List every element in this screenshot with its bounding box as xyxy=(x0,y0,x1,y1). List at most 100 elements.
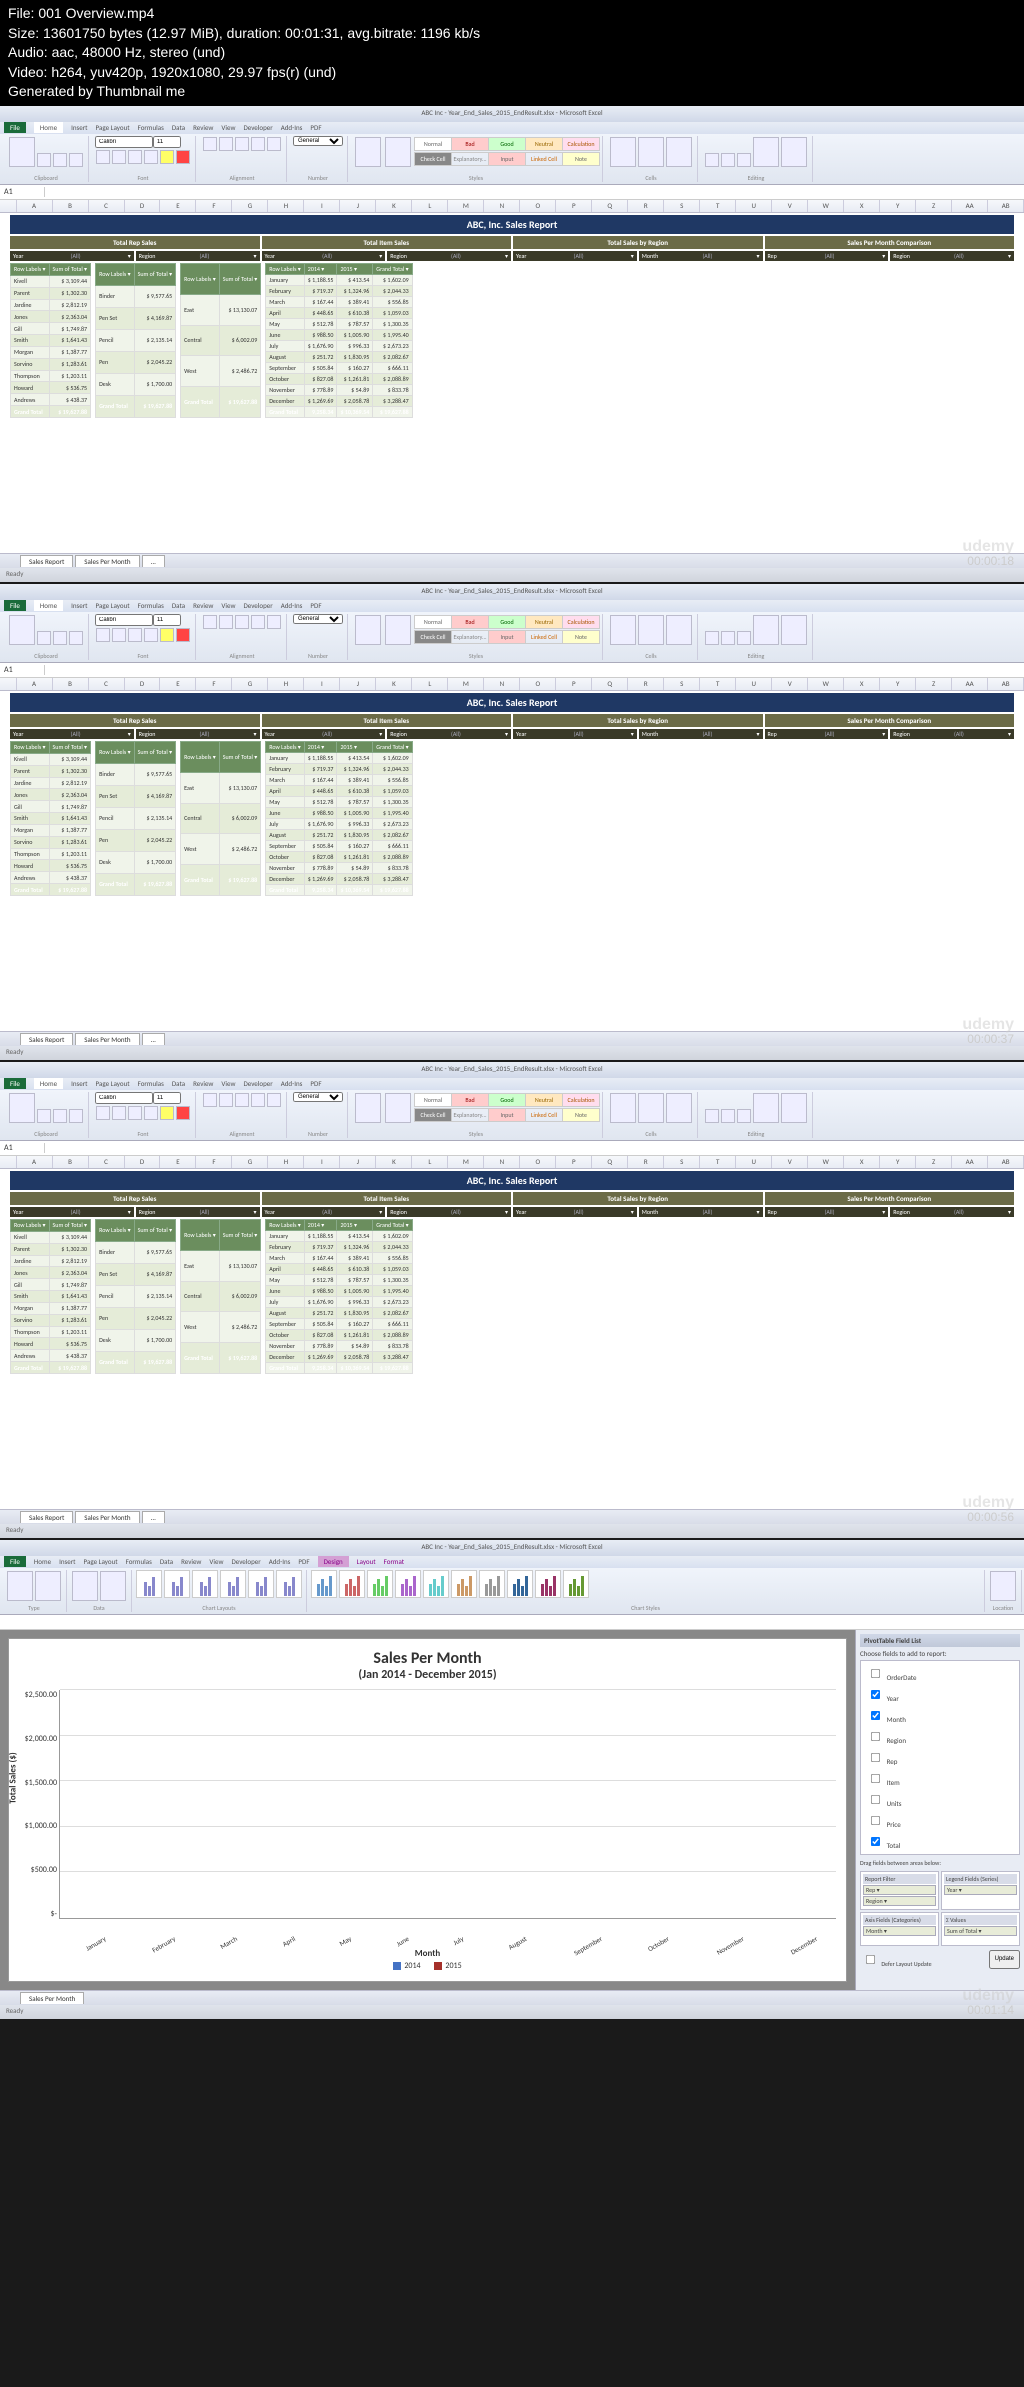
chart-style-thumb[interactable] xyxy=(395,1570,421,1598)
col-header[interactable]: A xyxy=(17,1156,53,1168)
field-checkbox-rep[interactable]: Rep xyxy=(863,1747,1017,1768)
pivot-row[interactable]: June$ 988.50$ 1,005.90$ 1,995.40 xyxy=(266,329,412,340)
align-center-button[interactable] xyxy=(219,615,233,629)
col-header[interactable]: V xyxy=(772,1156,808,1168)
pivot-row[interactable]: Kivell$ 3,109.44 xyxy=(11,275,91,287)
ribbon-tab-view[interactable]: View xyxy=(221,1079,235,1088)
dropdown-icon[interactable]: ▾ xyxy=(128,252,131,260)
chart-subtitle[interactable]: (Jan 2014 - December 2015) xyxy=(19,1668,836,1682)
col-header[interactable]: O xyxy=(520,678,556,690)
cell-style-linked[interactable]: Linked Cell xyxy=(525,1108,563,1122)
pivot-row[interactable]: December$ 1,269.69$ 2,058.78$ 3,288.47 xyxy=(266,873,412,884)
format-as-table-button[interactable] xyxy=(385,1093,411,1123)
sheet-tabs[interactable]: Sales ReportSales Per Month... xyxy=(0,553,1024,568)
col-header[interactable]: B xyxy=(53,678,89,690)
drop-item[interactable]: Sum of Total ▾ xyxy=(944,1926,1017,1936)
fill-color-button[interactable] xyxy=(160,1106,174,1120)
column-headers[interactable]: ABCDEFGHIJKLMNOPQRSTUVWXYZAAAB xyxy=(0,200,1024,213)
drop-item[interactable]: Rep ▾ xyxy=(863,1885,936,1895)
col-header[interactable]: V xyxy=(772,200,808,212)
pivot-header[interactable]: Row Labels ▾ xyxy=(266,1219,305,1230)
col-header[interactable]: E xyxy=(160,200,196,212)
italic-button[interactable] xyxy=(112,150,126,164)
ribbon-tab-formulas[interactable]: Formulas xyxy=(138,123,164,132)
col-header[interactable]: W xyxy=(808,678,844,690)
pivot-row[interactable]: March$ 167.44$ 389.41$ 556.85 xyxy=(266,774,412,785)
col-header[interactable]: S xyxy=(664,1156,700,1168)
dropdown-icon[interactable]: ▾ xyxy=(756,1208,759,1216)
find-select-button[interactable] xyxy=(781,1093,807,1123)
slicer[interactable]: Region(All)▾ xyxy=(890,1207,1014,1217)
pivot-row[interactable]: January$ 1,188.55$ 413.54$ 1,602.09 xyxy=(266,1230,412,1241)
font-color-button[interactable] xyxy=(176,628,190,642)
drop-zone-axis[interactable]: Axis Fields (Categories)Month ▾ xyxy=(860,1912,939,1946)
border-button[interactable] xyxy=(144,150,158,164)
align-center-button[interactable] xyxy=(219,1093,233,1107)
formula-bar[interactable]: A1 xyxy=(0,185,1024,200)
ribbon-tab-file[interactable]: File xyxy=(4,600,26,611)
pivot-table[interactable]: Row Labels ▾Sum of Total ▾East$ 13,130.0… xyxy=(180,1219,261,1374)
pivot-row[interactable]: West$ 2,486.72 xyxy=(181,356,261,387)
ribbon-tabs[interactable]: FileHomeInsertPage LayoutFormulasDataRev… xyxy=(0,1078,1024,1090)
col-header[interactable]: P xyxy=(556,678,592,690)
copy-button[interactable] xyxy=(53,153,67,167)
dropdown-icon[interactable]: ▾ xyxy=(505,252,508,260)
pivot-row[interactable]: July$ 1,676.90$ 996.33$ 2,673.23 xyxy=(266,818,412,829)
col-header[interactable]: Z xyxy=(916,678,952,690)
pivot-row[interactable]: Pencil$ 2,135.14 xyxy=(96,329,176,351)
col-header[interactable]: P xyxy=(556,200,592,212)
slicer[interactable]: Region(All)▾ xyxy=(387,1207,511,1217)
formula-bar[interactable]: A1 xyxy=(0,663,1024,678)
pivot-table[interactable]: Row Labels ▾Sum of Total ▾Binder$ 9,577.… xyxy=(95,1219,176,1374)
pivot-header[interactable]: 2014 ▾ xyxy=(304,741,337,752)
pivot-row[interactable]: Gill$ 1,749.87 xyxy=(11,323,91,335)
slicer[interactable]: Region(All)▾ xyxy=(136,729,260,739)
col-header[interactable]: C xyxy=(89,678,125,690)
col-header[interactable]: T xyxy=(700,200,736,212)
chart-style-thumb[interactable] xyxy=(563,1570,589,1598)
chart-plot-area[interactable]: Total Sales ($) $-$500.00$1,000.00$1,500… xyxy=(19,1690,836,1959)
ribbon-tab-review[interactable]: Review xyxy=(193,123,213,132)
wrap-text-button[interactable] xyxy=(251,137,265,151)
pivot-field-pane[interactable]: PivotTable Field List Choose fields to a… xyxy=(855,1630,1024,1990)
chart-style-thumb[interactable] xyxy=(535,1570,561,1598)
sheet-tab[interactable]: Sales Report xyxy=(20,1511,73,1523)
pivot-row[interactable]: Pencil$ 2,135.14 xyxy=(96,807,176,829)
pivot-row[interactable]: May$ 512.78$ 787.57$ 1,300.35 xyxy=(266,796,412,807)
copy-button[interactable] xyxy=(53,631,67,645)
pivot-header[interactable]: Sum of Total ▾ xyxy=(49,1219,91,1231)
ribbon-tab-home[interactable]: Home xyxy=(34,1557,51,1566)
chart-legend[interactable]: 2014 2015 xyxy=(19,1961,836,1971)
ribbon-tab-insert[interactable]: Insert xyxy=(71,601,87,610)
sheet-tabs[interactable]: Sales ReportSales Per Month... xyxy=(0,1031,1024,1046)
ribbon-tab-review[interactable]: Review xyxy=(181,1557,201,1566)
ribbon-tab-pdf[interactable]: PDF xyxy=(310,123,321,132)
paste-button[interactable] xyxy=(9,137,35,167)
pivot-table[interactable]: Row Labels ▾2014 ▾2015 ▾Grand Total ▾Jan… xyxy=(265,1219,412,1374)
col-header[interactable]: I xyxy=(304,1156,340,1168)
field-checkbox-region[interactable]: Region xyxy=(863,1726,1017,1747)
pivot-header[interactable]: Sum of Total ▾ xyxy=(49,263,91,275)
format-painter-button[interactable] xyxy=(69,1109,83,1123)
slicer[interactable]: Year(All)▾ xyxy=(262,251,386,261)
field-list[interactable]: OrderDate Year Month Region Rep Item Uni… xyxy=(860,1660,1020,1855)
slicer[interactable]: Year(All)▾ xyxy=(513,251,637,261)
find-select-button[interactable] xyxy=(781,137,807,167)
cell-style-linked[interactable]: Linked Cell xyxy=(525,152,563,166)
ribbon-tab-format[interactable]: Format xyxy=(384,1557,404,1566)
format-button[interactable] xyxy=(666,137,692,167)
pivot-row[interactable]: October$ 827.08$ 1,261.81$ 2,088.89 xyxy=(266,373,412,384)
pivot-row[interactable]: Desk$ 1,700.00 xyxy=(96,373,176,395)
pivot-header[interactable]: Sum of Total ▾ xyxy=(219,1219,261,1250)
chart-layout-thumb[interactable] xyxy=(220,1570,246,1598)
name-box[interactable]: A1 xyxy=(0,1143,45,1153)
col-header[interactable]: A xyxy=(17,200,53,212)
autosum-button[interactable] xyxy=(705,1109,719,1123)
chart-style-thumb[interactable] xyxy=(367,1570,393,1598)
pivot-table[interactable]: Row Labels ▾2014 ▾2015 ▾Grand Total ▾Jan… xyxy=(265,741,412,896)
col-header[interactable]: Y xyxy=(880,200,916,212)
sheet-tab[interactable]: ... xyxy=(142,1033,165,1045)
pivot-row[interactable]: Pen$ 2,045.22 xyxy=(96,829,176,851)
slicer[interactable]: Region(All)▾ xyxy=(890,251,1014,261)
pivot-row[interactable]: Kivell$ 3,109.44 xyxy=(11,1231,91,1243)
